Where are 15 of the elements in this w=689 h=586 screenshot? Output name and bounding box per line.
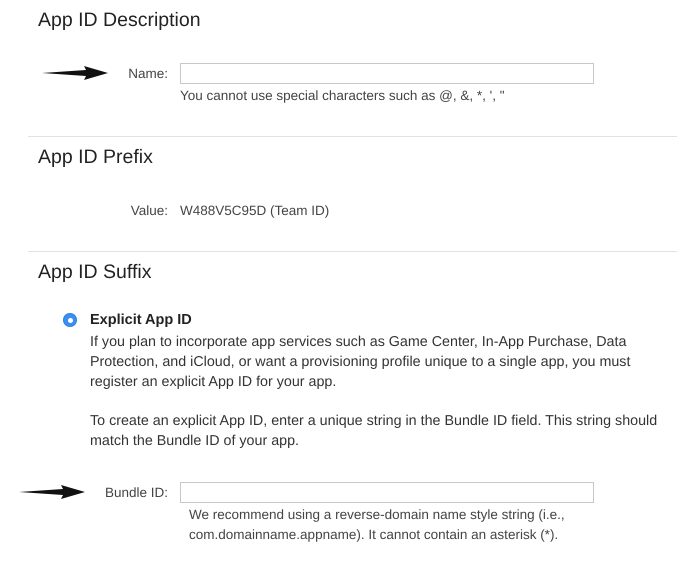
text-field[interactable] <box>180 62 594 84</box>
field-label: Bundle ID: <box>104 484 168 500</box>
description-text: To create an explicit App ID, enter a unique string in the Bundle ID field. This string should match the Bundle ID of your app. <box>90 412 658 451</box>
field-hint: You cannot use special characters such as @, &, *, ', " <box>180 87 506 105</box>
section-title: App ID Prefix <box>38 146 154 169</box>
option-label: Explicit App ID <box>90 312 192 328</box>
text-field[interactable] <box>180 482 594 502</box>
field-hint: We recommend using a reverse-domain name style string (i.e., com.domainname.appname). It cannot contain an asterisk (*). <box>189 506 566 544</box>
section-title: App ID Suffix <box>38 261 152 284</box>
radio-button[interactable] <box>63 313 77 327</box>
field-label: Name: <box>128 66 168 80</box>
field-value: W488V5C95D (Team ID) <box>180 202 330 218</box>
description-text: If you plan to incorporate app services such as Game Center, In-App Purchase, Data Protection, and iCloud, or want a provisioning profile unique to a single app, you must register an explicit App ID for your app. <box>90 333 632 392</box>
section-title: App ID Description <box>38 9 202 32</box>
field-label: Value: <box>130 202 168 218</box>
